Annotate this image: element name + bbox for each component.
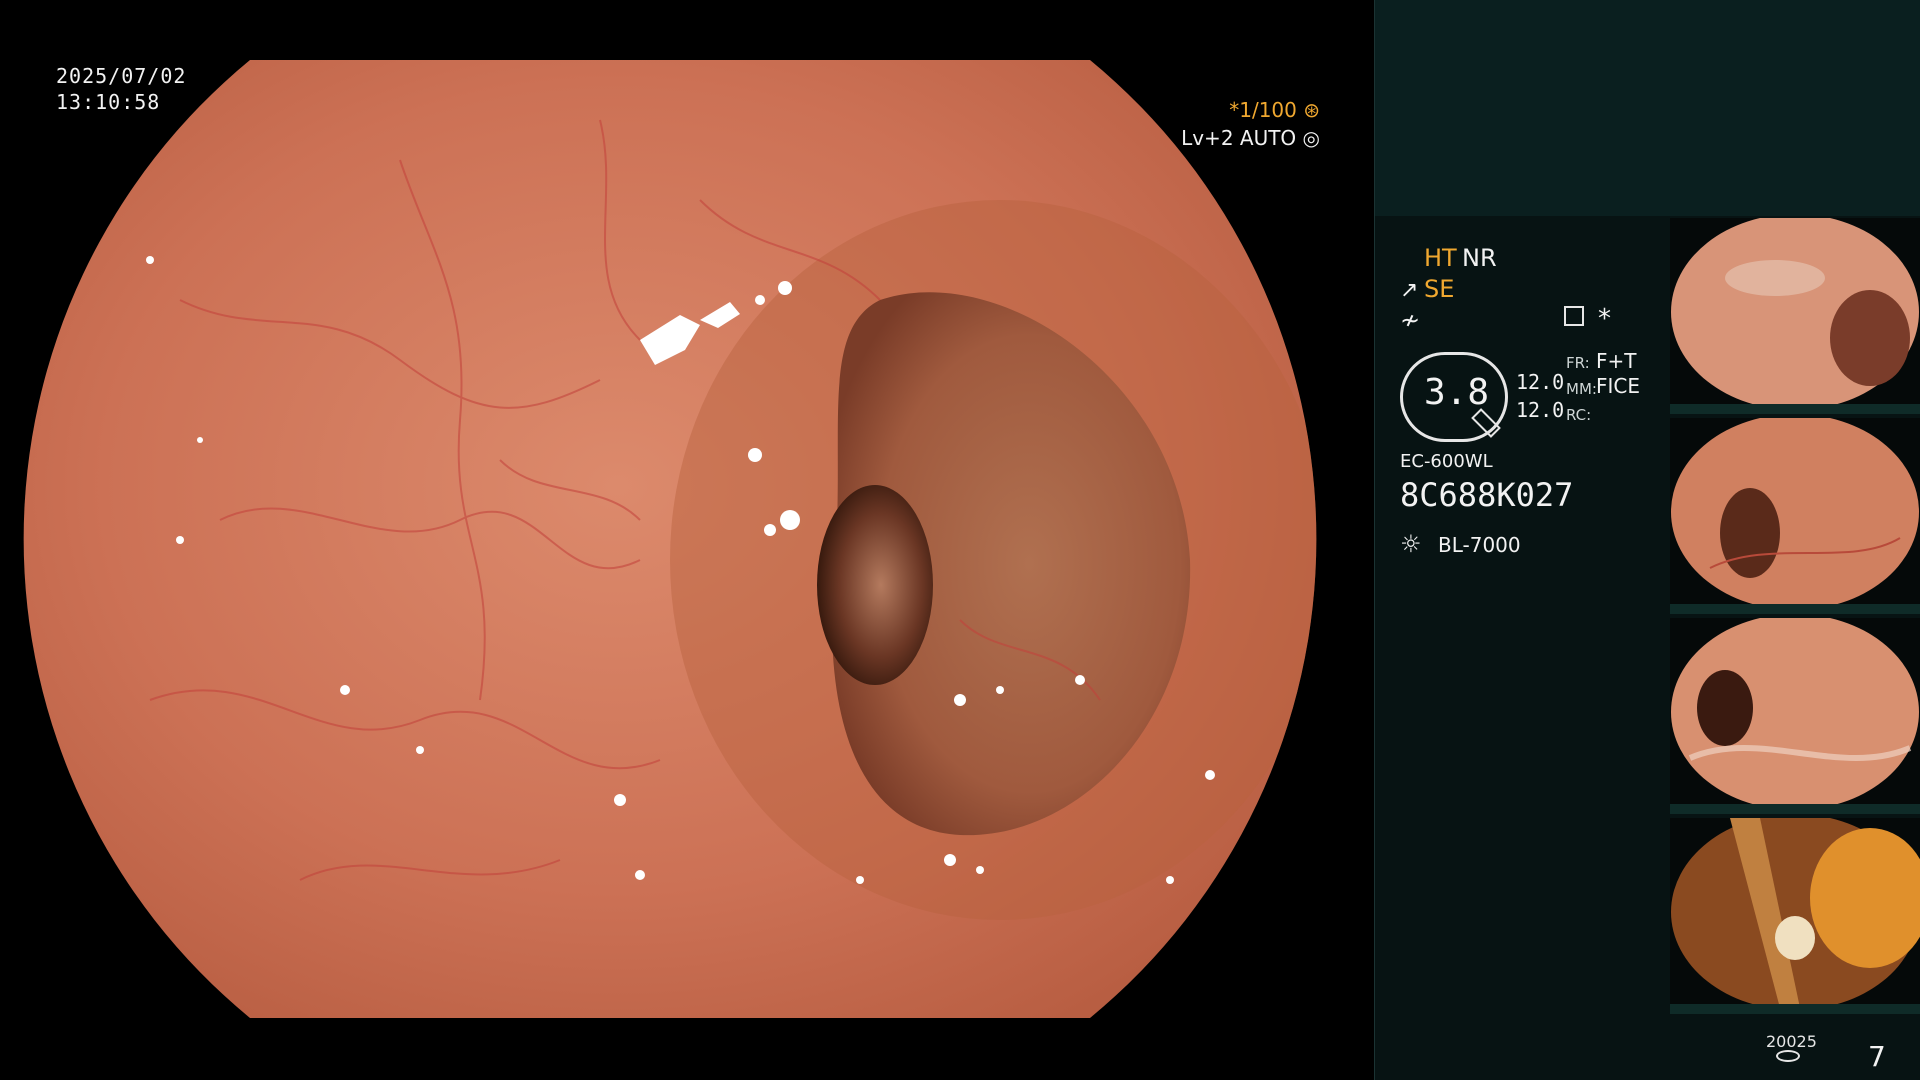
se-indicator: SE <box>1424 275 1455 303</box>
capture-thumbnail-3[interactable] <box>1670 618 1920 814</box>
shutter-icon: ⊛ <box>1303 98 1320 122</box>
shutter-speed-value: *1/100 <box>1229 98 1297 122</box>
exposure-level: Lv+2 AUTO ◎ <box>1181 126 1320 150</box>
light-source-icon: ☼ <box>1400 530 1422 558</box>
capture-thumbnail-4[interactable] <box>1670 818 1920 1014</box>
auto-iris-icon: ◎ <box>1302 126 1320 150</box>
structure-enhance-icon: ↗ <box>1400 278 1419 303</box>
gain-bottom: 12.0 <box>1516 398 1565 422</box>
shutter-speed: *1/100 ⊛ <box>1229 98 1320 122</box>
scope-model: EC-600WL <box>1400 451 1493 472</box>
fr-value: F+T <box>1596 349 1637 373</box>
endoscope-main-view: 2025/07/02 13:10:58 *1/100 ⊛ Lv+2 AUTO ◎ <box>0 0 1372 1080</box>
menu-settings-icon <box>1564 306 1584 326</box>
ht-indicator: HT <box>1424 244 1457 272</box>
gain-top: 12.0 <box>1516 370 1565 394</box>
mm-value: FICE <box>1596 374 1641 398</box>
nr-indicator: NR <box>1462 244 1497 272</box>
image-count: 7 <box>1868 1040 1886 1073</box>
exposure-level-value: Lv+2 AUTO <box>1181 126 1297 150</box>
thumbnail-image-1 <box>1671 218 1919 410</box>
light-source: BL-7000 <box>1438 533 1521 557</box>
rc-label: RC: <box>1566 406 1592 424</box>
enhance-curve-icon: ≁ <box>1400 306 1421 334</box>
thumbnail-image-4 <box>1671 818 1920 1010</box>
scope-serial: 8C688K027 <box>1400 476 1574 514</box>
storage-disk-icon <box>1776 1050 1800 1062</box>
exam-date: 2025/07/02 <box>56 64 187 88</box>
storage-count: 20025 <box>1766 1032 1817 1051</box>
freeze-star: * <box>1598 304 1611 334</box>
fr-label: FR: <box>1566 354 1590 372</box>
capture-thumbnail-1[interactable] <box>1670 218 1920 414</box>
iris-value: 3.8 <box>1424 372 1490 413</box>
exam-time: 13:10:58 <box>56 90 161 114</box>
capture-thumbnail-2[interactable] <box>1670 418 1920 614</box>
endoscopy-image <box>23 60 1317 1018</box>
thumbnail-image-2 <box>1671 418 1919 610</box>
mm-label: MM: <box>1566 380 1597 398</box>
side-panel-header <box>1374 0 1920 216</box>
thumbnail-image-3 <box>1671 618 1919 810</box>
